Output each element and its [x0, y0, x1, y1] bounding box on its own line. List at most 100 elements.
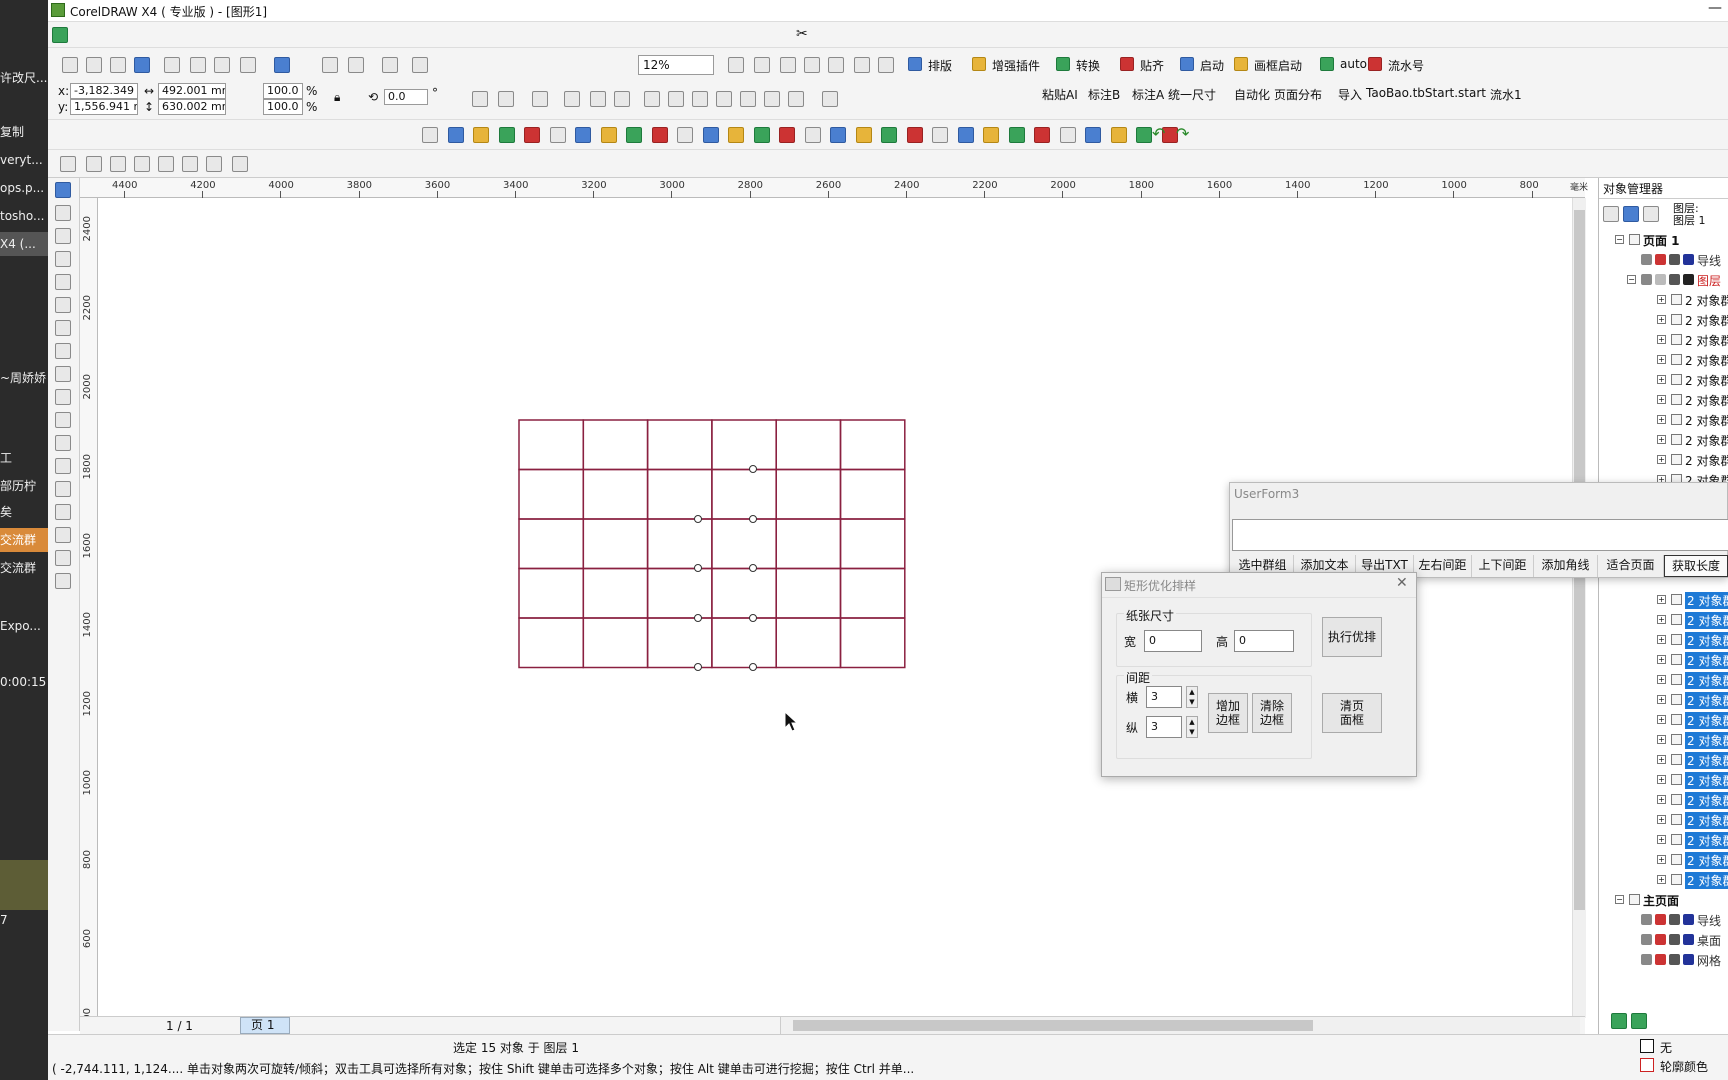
transform-icon[interactable]: [472, 91, 488, 107]
taskbar-item[interactable]: 交流群: [0, 528, 48, 552]
grid-rectangle[interactable]: [839, 617, 906, 669]
tool-icon[interactable]: [55, 550, 71, 566]
grid-rectangle[interactable]: [518, 468, 585, 520]
taskbar-item[interactable]: 7: [0, 908, 48, 932]
plugin-icon[interactable]: [830, 127, 846, 143]
document-icon[interactable]: [52, 27, 68, 43]
taskbar-item[interactable]: 许改尺...: [0, 66, 48, 90]
userform-button[interactable]: 获取长度: [1664, 555, 1728, 577]
grid-rectangle[interactable]: [646, 419, 713, 471]
paper-height-input[interactable]: 0: [1234, 630, 1294, 652]
plugin-icon[interactable]: [932, 127, 948, 143]
tree-row[interactable]: +2 对象群组: [1599, 330, 1728, 350]
taskbar-item[interactable]: 交流群: [0, 556, 48, 580]
grid-rectangle[interactable]: [775, 567, 842, 619]
tool-icon[interactable]: [55, 435, 71, 451]
macro-button[interactable]: TaoBao.tbStart.start: [1366, 86, 1486, 100]
zoom-tool-icon[interactable]: [878, 57, 894, 73]
plugin-icon[interactable]: [957, 127, 974, 143]
grid-rectangle[interactable]: [711, 567, 777, 619]
tree-row[interactable]: 网格: [1599, 950, 1728, 970]
expand-icon[interactable]: +: [1657, 815, 1666, 824]
vgap-input[interactable]: 3: [1146, 716, 1182, 738]
taskbar-item[interactable]: Expo...: [0, 614, 48, 638]
grid-rectangle[interactable]: [518, 567, 585, 619]
transform-icon[interactable]: [668, 91, 684, 107]
tree-row[interactable]: +2 对象群组: [1599, 670, 1728, 690]
macro-button[interactable]: 粘贴AI: [1042, 86, 1078, 103]
macro-button[interactable]: 自动化: [1234, 86, 1270, 103]
grid-rectangle[interactable]: [582, 567, 649, 619]
expand-icon[interactable]: +: [1657, 355, 1666, 364]
clear-page-frame-button[interactable]: 清页 面框: [1322, 693, 1382, 733]
plugin-icon[interactable]: [1059, 127, 1076, 143]
tree-row[interactable]: +2 对象群组: [1599, 690, 1728, 710]
grid-rectangle[interactable]: [775, 617, 842, 669]
expand-icon[interactable]: +: [1657, 875, 1666, 884]
paper-width-input[interactable]: 0: [1144, 630, 1202, 652]
node-handle[interactable]: [749, 564, 757, 572]
zoom-combo[interactable]: 12%: [638, 55, 714, 75]
tree-row[interactable]: +2 对象群组: [1599, 770, 1728, 790]
zoom-tool-icon[interactable]: [804, 57, 820, 73]
expand-icon[interactable]: +: [1657, 435, 1666, 444]
plugin-icon[interactable]: [651, 127, 668, 143]
transform-icon[interactable]: [788, 91, 804, 107]
userform-button[interactable]: 适合页面: [1598, 555, 1664, 577]
grid-rectangle[interactable]: [839, 468, 906, 520]
scale-x-field[interactable]: 100.0: [263, 83, 303, 99]
expand-icon[interactable]: −: [1615, 895, 1624, 904]
plugin-icon[interactable]: [855, 127, 872, 143]
plugin-icon[interactable]: [626, 127, 642, 143]
transform-icon[interactable]: [764, 91, 780, 107]
macro-button[interactable]: 启动: [1200, 57, 1224, 74]
transform-icon[interactable]: [822, 91, 838, 107]
tree-row[interactable]: +2 对象群组: [1599, 430, 1728, 450]
tree-row[interactable]: +2 对象群组: [1599, 630, 1728, 650]
toolbar-icon[interactable]: [86, 57, 102, 73]
taskbar-item[interactable]: tosho...: [0, 204, 48, 228]
tree-row[interactable]: 导线: [1599, 910, 1728, 930]
plugin-icon[interactable]: [1110, 127, 1127, 143]
plugin-icon[interactable]: [779, 127, 795, 143]
plugin-icon[interactable]: [804, 127, 821, 143]
minimize-icon[interactable]: —: [1708, 0, 1722, 16]
node-handle[interactable]: [749, 515, 757, 523]
expand-icon[interactable]: +: [1657, 655, 1666, 664]
grid-rectangle[interactable]: [775, 468, 842, 520]
transform-icon[interactable]: [644, 91, 660, 107]
grid-rectangle[interactable]: [518, 518, 585, 570]
node-edit-icon[interactable]: [206, 156, 222, 172]
grid-rectangle[interactable]: [582, 518, 649, 570]
node-edit-icon[interactable]: [60, 156, 76, 172]
hgap-input[interactable]: 3: [1146, 686, 1182, 708]
expand-icon[interactable]: +: [1657, 455, 1666, 464]
tool-icon[interactable]: [55, 182, 71, 198]
expand-icon[interactable]: −: [1627, 275, 1636, 284]
expand-icon[interactable]: +: [1657, 335, 1666, 344]
macro-button[interactable]: 画框启动: [1254, 57, 1302, 74]
grid-rectangle[interactable]: [839, 518, 906, 570]
height-field[interactable]: 630.002 mm: [158, 99, 226, 115]
grid-rectangle[interactable]: [711, 419, 777, 471]
userform-text-input[interactable]: [1232, 519, 1728, 551]
plugin-icon[interactable]: [549, 127, 566, 143]
macro-button[interactable]: 增强插件: [992, 57, 1040, 74]
clear-border-button[interactable]: 清除 边框: [1252, 693, 1292, 733]
plugin-icon[interactable]: [600, 127, 617, 143]
tree-row[interactable]: +2 对象群组: [1599, 730, 1728, 750]
tree-row[interactable]: +2 对象群组: [1599, 410, 1728, 430]
toolbar-icon[interactable]: [190, 57, 206, 73]
tree-row[interactable]: +2 对象群组: [1599, 370, 1728, 390]
macro-button[interactable]: 流水1: [1490, 86, 1522, 103]
macro-button[interactable]: 导入: [1338, 86, 1362, 103]
tool-icon[interactable]: [55, 527, 71, 543]
expand-icon[interactable]: +: [1657, 415, 1666, 424]
tree-row[interactable]: +2 对象群组: [1599, 290, 1728, 310]
toolbar-icon[interactable]: [412, 57, 428, 73]
tree-row[interactable]: +2 对象群组: [1599, 350, 1728, 370]
scissors-icon[interactable]: ✂: [796, 26, 808, 42]
zoom-tool-icon[interactable]: [754, 57, 770, 73]
toolbar-icon[interactable]: [382, 57, 398, 73]
plugin-icon[interactable]: [524, 127, 540, 143]
